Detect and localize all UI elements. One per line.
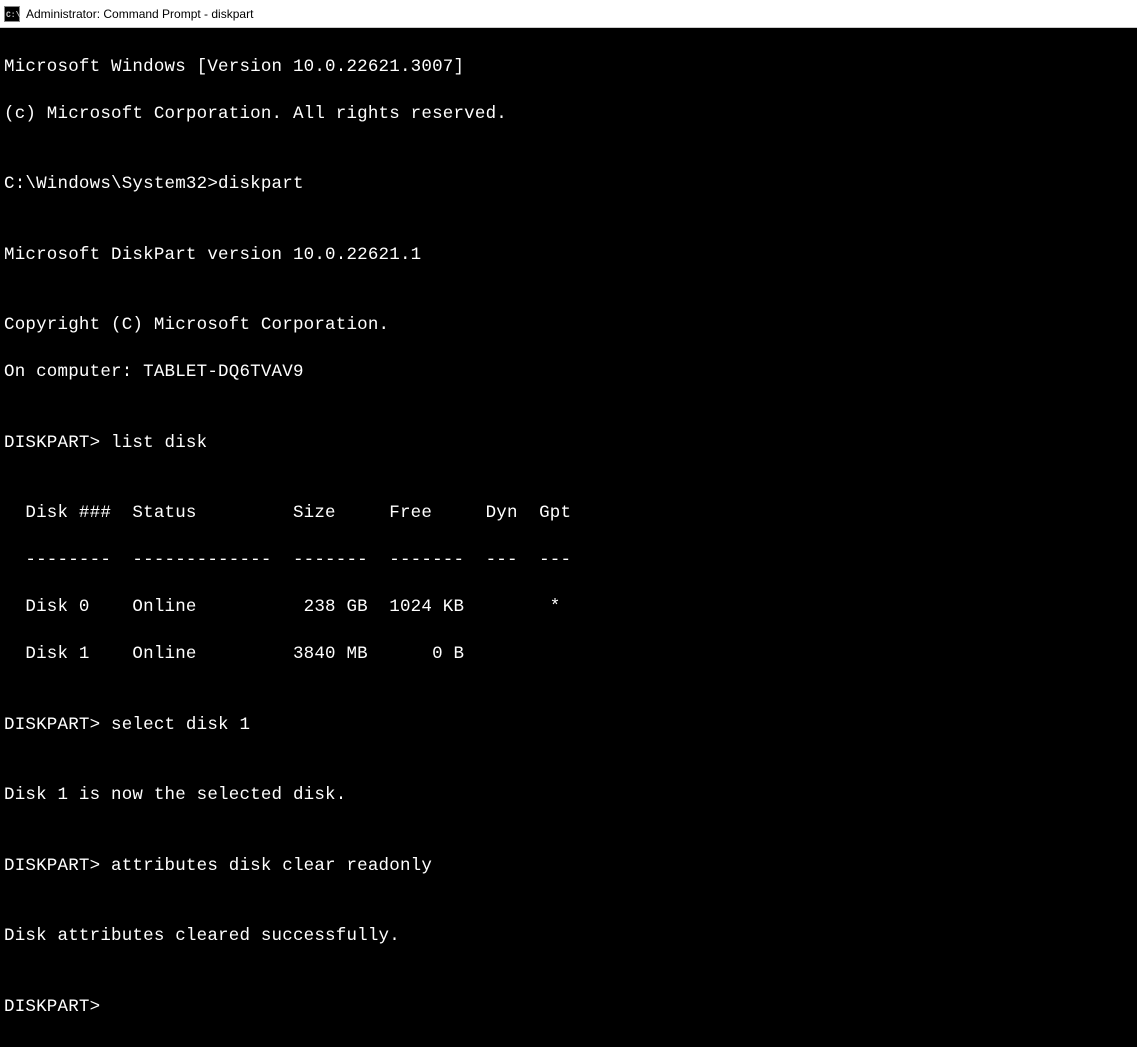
cmd-icon: C:\. — [4, 6, 20, 22]
output-line: Copyright (C) Microsoft Corporation. — [4, 314, 1133, 338]
output-line: Microsoft DiskPart version 10.0.22621.1 — [4, 244, 1133, 268]
prompt-line: C:\Windows\System32>diskpart — [4, 173, 1133, 197]
window-title: Administrator: Command Prompt - diskpart — [26, 7, 253, 21]
table-row: Disk 1 Online 3840 MB 0 B — [4, 643, 1133, 667]
prompt-line: DISKPART> select disk 1 — [4, 714, 1133, 738]
output-line: Microsoft Windows [Version 10.0.22621.30… — [4, 56, 1133, 80]
output-line: On computer: TABLET-DQ6TVAV9 — [4, 361, 1133, 385]
prompt-line: DISKPART> attributes disk clear readonly — [4, 855, 1133, 879]
output-line: (c) Microsoft Corporation. All rights re… — [4, 103, 1133, 127]
table-divider: -------- ------------- ------- ------- -… — [4, 549, 1133, 573]
prompt-line: DISKPART> list disk — [4, 432, 1133, 456]
terminal-output[interactable]: Microsoft Windows [Version 10.0.22621.30… — [0, 28, 1137, 1047]
table-header: Disk ### Status Size Free Dyn Gpt — [4, 502, 1133, 526]
prompt-line: DISKPART> — [4, 996, 1133, 1020]
output-line: Disk 1 is now the selected disk. — [4, 784, 1133, 808]
output-line: Disk attributes cleared successfully. — [4, 925, 1133, 949]
svg-text:C:\.: C:\. — [6, 11, 20, 20]
table-row: Disk 0 Online 238 GB 1024 KB * — [4, 596, 1133, 620]
title-bar[interactable]: C:\. Administrator: Command Prompt - dis… — [0, 0, 1137, 28]
